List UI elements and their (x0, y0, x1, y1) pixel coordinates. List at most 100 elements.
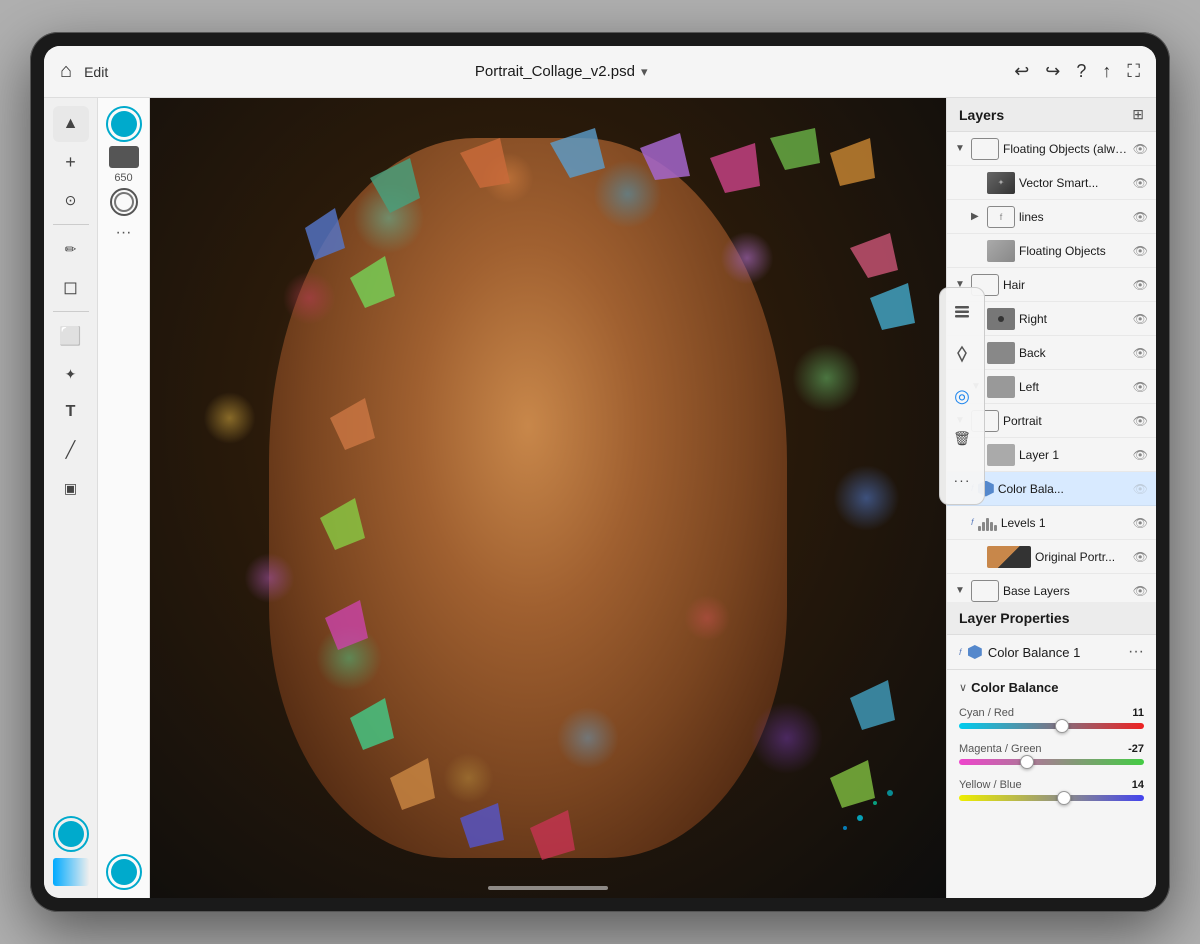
eye-back[interactable]: 👁 (1133, 346, 1148, 360)
select-tool[interactable]: ▲ (53, 106, 89, 142)
bar5 (994, 525, 997, 531)
hardness-ring (114, 192, 134, 212)
layer-lines-group[interactable]: ▶ f lines 👁 (947, 200, 1156, 234)
eye-left[interactable]: 👁 (1133, 380, 1148, 394)
layer-name-back: Back (1019, 346, 1129, 360)
home-icon[interactable]: ⌂ (60, 60, 72, 83)
help-icon[interactable]: ? (1076, 61, 1086, 82)
eye-layer1[interactable]: 👁 (1133, 448, 1148, 462)
selected-layer-row: 𝑓 Color Balance 1 ··· (947, 635, 1156, 670)
section-chevron[interactable]: ∨ (959, 681, 967, 694)
undo-icon[interactable]: ↩ (1014, 61, 1029, 82)
eye-lines[interactable]: 👁 (1133, 210, 1148, 224)
eraser-tool[interactable]: ◻ (53, 269, 89, 305)
layer-name-layer1: Layer 1 (1019, 448, 1129, 462)
folder-thumb-lines: f (987, 206, 1015, 228)
thumb-vector: ✦ (987, 172, 1015, 194)
color-circle2 (111, 859, 137, 885)
header-center: Portrait_Collage_v2.psd ▾ (475, 63, 648, 80)
magenta-value: -27 (1128, 743, 1144, 755)
layer-base-layers[interactable]: ▼ Base Layers 👁 (947, 574, 1156, 602)
cyan-thumb[interactable] (1055, 719, 1069, 733)
layer-name-lines: lines (1019, 210, 1129, 224)
layer-vector-smart[interactable]: ✦ Vector Smart... 👁 (947, 166, 1156, 200)
eye-base[interactable]: 👁 (1133, 584, 1148, 598)
cyan-track[interactable] (959, 723, 1144, 729)
color-swatch-bottom2[interactable] (106, 854, 142, 890)
eye-hair[interactable]: 👁 (1133, 278, 1148, 292)
layer-original-portrait[interactable]: Original Portr... 👁 (947, 540, 1156, 574)
expand-base[interactable]: ▼ (955, 585, 967, 596)
home-indicator (488, 886, 608, 890)
magenta-label: Magenta / Green (959, 743, 1042, 755)
line-tool[interactable]: ╱ (53, 432, 89, 468)
layer-name-base: Base Layers (1003, 584, 1129, 598)
image-tool[interactable]: ▣ (53, 470, 89, 506)
layers-settings-icon[interactable]: ⊞ (1132, 106, 1144, 123)
redo-icon[interactable]: ↪ (1045, 61, 1060, 82)
magenta-thumb[interactable] (1020, 755, 1034, 769)
layers-title: Layers (959, 107, 1004, 123)
eye-orig[interactable]: 👁 (1133, 550, 1148, 564)
eye-vector[interactable]: 👁 (1133, 176, 1148, 190)
filename-dropdown-icon[interactable]: ▾ (641, 64, 648, 80)
eye-levels[interactable]: 👁 (1133, 516, 1148, 530)
delete-action-btn[interactable]: 🗑 (946, 422, 978, 454)
share-icon[interactable]: ↑ (1102, 61, 1111, 82)
color-picker-bottom[interactable] (53, 816, 89, 852)
color-action-btn[interactable]: ◎ (946, 380, 978, 412)
brushes-action-btn[interactable] (946, 338, 978, 370)
layer-levels1[interactable]: 𝑓 Levels 1 👁 (947, 506, 1156, 540)
opacity-slider[interactable] (53, 858, 89, 886)
eye-portrait-group[interactable]: 👁 (1133, 414, 1148, 428)
eye-right[interactable]: 👁 (1133, 312, 1148, 326)
folder-thumb-base (971, 580, 999, 602)
more-action-btn[interactable]: ··· (946, 464, 978, 496)
right-action-bar: ◎ 🗑 ··· (939, 287, 985, 505)
slider-yellow-blue: Yellow / Blue 14 (959, 779, 1144, 801)
properties-title: Layer Properties (959, 610, 1070, 626)
thumb-back (987, 342, 1015, 364)
eye-fo[interactable]: 👁 (1133, 244, 1148, 258)
left-toolbar: ▲ + ⊙ ✏ ◻ ⬜ ✦ T ╱ ▣ (44, 98, 98, 898)
toolbar-divider2 (53, 311, 89, 312)
yellow-thumb[interactable] (1057, 791, 1071, 805)
fx-badge-props: 𝑓 (959, 647, 962, 658)
brush-shape[interactable] (109, 146, 139, 168)
layers-action-btn[interactable] (946, 296, 978, 328)
brush-hardness[interactable] (110, 188, 138, 216)
healing-tool[interactable]: ✦ (53, 356, 89, 392)
filename-label: Portrait_Collage_v2.psd (475, 63, 635, 80)
more-options-icon[interactable]: ··· (116, 224, 132, 242)
expand-lines[interactable]: ▶ (971, 211, 983, 222)
brush-size-label: 650 (114, 172, 132, 184)
lasso-tool[interactable]: ⊙ (53, 182, 89, 218)
magenta-track[interactable] (959, 759, 1144, 765)
transform-tool[interactable]: ⬜ (53, 318, 89, 354)
layer-name-orig: Original Portr... (1035, 550, 1129, 564)
canvas-area[interactable] (150, 98, 946, 898)
add-tool[interactable]: + (53, 144, 89, 180)
thumb-left (987, 376, 1015, 398)
expand-floating[interactable]: ▼ (955, 143, 967, 154)
yellow-value: 14 (1132, 779, 1144, 791)
eye-cb[interactable]: 👁 (1133, 482, 1148, 496)
layer-floating-objects[interactable]: Floating Objects 👁 (947, 234, 1156, 268)
yellow-track[interactable] (959, 795, 1144, 801)
type-tool[interactable]: T (53, 394, 89, 430)
eye-floating[interactable]: 👁 (1133, 142, 1148, 156)
layer-name-levels: Levels 1 (1001, 516, 1129, 530)
thumb-floating-objects (987, 240, 1015, 262)
brush-size-circle[interactable] (106, 106, 142, 142)
layer-floating-group[interactable]: ▼ Floating Objects (alway... 👁 (947, 132, 1156, 166)
brush-tool[interactable]: ✏ (53, 231, 89, 267)
layers-icon (953, 303, 971, 321)
edit-label[interactable]: Edit (84, 64, 108, 80)
brush-panel: 650 ··· (98, 98, 150, 898)
header-left: ⌂ Edit (60, 60, 108, 83)
properties-more-btn[interactable]: ··· (1128, 643, 1144, 661)
layer-name-portrait-group: Portrait (1003, 414, 1129, 428)
header-right: ↩ ↪ ? ↑ ⛶ (1014, 61, 1140, 82)
thumb-portrait (987, 546, 1031, 568)
fullscreen-icon[interactable]: ⛶ (1127, 61, 1140, 82)
